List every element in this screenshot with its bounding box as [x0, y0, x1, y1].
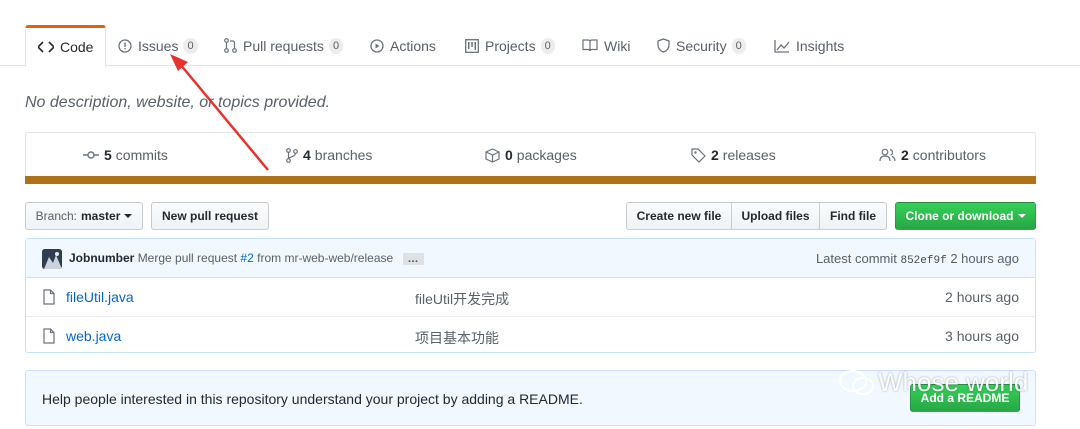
tab-pull-requests[interactable]: Pull requests 0 — [224, 25, 344, 66]
graph-icon — [774, 39, 790, 53]
projects-counter: 0 — [540, 37, 555, 54]
language-bar — [25, 176, 1036, 184]
avatar-image-icon — [42, 249, 62, 269]
find-file-button[interactable]: Find file — [819, 202, 887, 230]
tab-label: Wiki — [604, 37, 631, 54]
commit-message-suffix: from mr-web-web/release — [257, 251, 394, 265]
branch-select-button[interactable]: Branch: master — [25, 202, 143, 230]
pull-request-link[interactable]: #2 — [240, 251, 253, 265]
chevron-down-icon — [124, 214, 133, 218]
branch-prefix: Branch: — [35, 209, 77, 223]
packages-count: 0 — [505, 147, 513, 163]
commit-message-prefix: Merge pull request — [137, 251, 238, 265]
releases-count: 2 — [711, 147, 719, 163]
code-icon — [38, 41, 54, 53]
branches-label: branches — [314, 147, 373, 163]
expand-commit-button[interactable]: … — [402, 252, 424, 265]
tab-label: Insights — [796, 37, 845, 54]
file-icon — [43, 328, 55, 344]
create-new-file-button[interactable]: Create new file — [626, 202, 732, 230]
latest-commit-bar: Jobnumber Merge pull request #2 from mr-… — [26, 239, 1035, 278]
releases-stat[interactable]: 2 releases — [691, 147, 776, 163]
commit-sha[interactable]: 852ef9f — [900, 255, 946, 267]
branch-name: master — [81, 209, 121, 223]
issue-opened-icon — [118, 38, 132, 53]
tab-wiki[interactable]: Wiki — [582, 25, 630, 66]
file-icon — [43, 289, 55, 305]
people-icon — [879, 148, 896, 162]
shield-icon — [657, 38, 670, 53]
branches-stat[interactable]: 4 branches — [286, 147, 372, 163]
packages-label: packages — [516, 147, 577, 163]
avatar[interactable] — [42, 249, 62, 269]
tab-issues[interactable]: Issues 0 — [118, 25, 198, 66]
tag-icon — [691, 147, 706, 163]
watermark: Whose world — [838, 367, 1028, 398]
tab-label: Security — [676, 37, 727, 54]
tab-insights[interactable]: Insights — [774, 25, 844, 66]
latest-commit-meta: Latest commit 852ef9f 2 hours ago — [816, 251, 1019, 267]
new-pull-request-button[interactable]: New pull request — [151, 202, 269, 230]
tab-code[interactable]: Code — [25, 25, 107, 67]
issues-counter: 0 — [183, 37, 198, 54]
tab-label: Pull requests — [243, 37, 324, 54]
watermark-text: Whose world — [878, 367, 1029, 397]
tab-label: Actions — [390, 37, 436, 54]
contributors-label: contributors — [912, 147, 986, 163]
commit-summary: Jobnumber Merge pull request #2 from mr-… — [69, 251, 424, 265]
upload-files-button[interactable]: Upload files — [731, 202, 820, 230]
tab-projects[interactable]: Projects 0 — [465, 25, 555, 66]
repo-nav-tabs: Code Issues 0 Pull requests 0 Actions Pr… — [0, 25, 1080, 67]
file-age: 2 hours ago — [945, 289, 1019, 305]
commit-author[interactable]: Jobnumber — [69, 251, 134, 265]
commits-stat[interactable]: 5 commits — [83, 147, 168, 163]
repo-description: No description, website, or topics provi… — [25, 94, 331, 111]
contributors-stat[interactable]: 2 contributors — [879, 147, 986, 163]
tab-actions[interactable]: Actions — [370, 25, 436, 66]
tab-label: Projects — [485, 37, 536, 54]
file-commit-message[interactable]: 项目基本功能 — [415, 328, 499, 348]
commits-label: commits — [115, 147, 168, 163]
table-row: web.java 项目基本功能 3 hours ago — [26, 316, 1035, 354]
file-age: 3 hours ago — [945, 328, 1019, 344]
wechat-icon — [839, 369, 874, 395]
clone-or-download-label: Clone or download — [905, 209, 1014, 223]
contributors-count: 2 — [901, 147, 909, 163]
file-name-link[interactable]: web.java — [66, 328, 121, 344]
project-icon — [465, 38, 479, 53]
commits-count: 5 — [104, 147, 112, 163]
releases-label: releases — [722, 147, 776, 163]
play-icon — [370, 38, 384, 53]
table-row: fileUtil.java fileUtil开发完成 2 hours ago — [26, 278, 1035, 316]
chevron-down-icon — [1017, 214, 1026, 218]
packages-stat[interactable]: 0 packages — [485, 147, 577, 163]
tab-label: Issues — [138, 37, 179, 54]
clone-or-download-button[interactable]: Clone or download — [895, 202, 1036, 230]
git-branch-icon — [286, 147, 298, 163]
book-icon — [582, 39, 598, 52]
branches-count: 4 — [303, 147, 311, 163]
tab-security[interactable]: Security 0 — [657, 25, 746, 66]
file-list: Jobnumber Merge pull request #2 from mr-… — [25, 238, 1036, 353]
latest-commit-label: Latest commit — [815, 251, 897, 266]
git-pull-request-icon — [224, 38, 237, 53]
file-name-link[interactable]: fileUtil.java — [66, 289, 134, 305]
git-commit-icon — [83, 151, 99, 159]
security-counter: 0 — [731, 37, 746, 54]
commit-age: 2 hours ago — [950, 251, 1019, 266]
tab-label: Code — [60, 39, 94, 55]
package-icon — [485, 147, 500, 163]
file-commit-message[interactable]: fileUtil开发完成 — [415, 289, 509, 309]
readme-prompt-text: Help people interested in this repositor… — [42, 391, 583, 407]
pull-requests-counter: 0 — [328, 37, 344, 54]
